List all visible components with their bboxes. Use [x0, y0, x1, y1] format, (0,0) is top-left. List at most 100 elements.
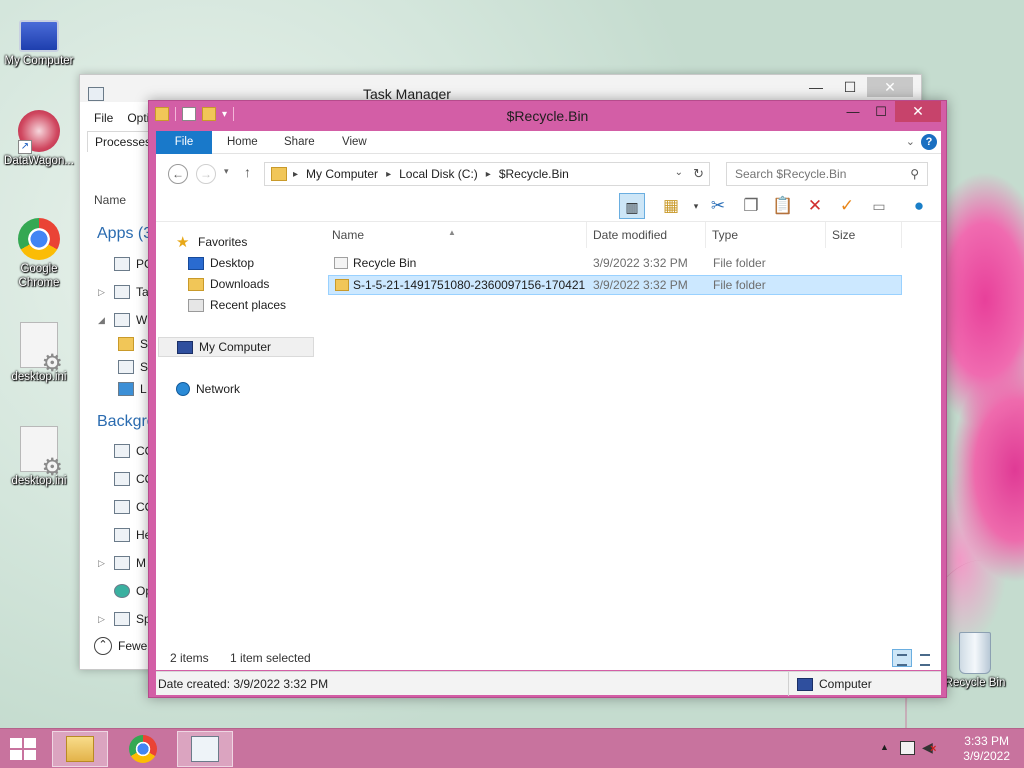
taskbar-task-manager[interactable]: [177, 731, 233, 767]
cut-icon[interactable]: ✂: [705, 193, 731, 219]
address-dropdown-icon[interactable]: ⌄: [675, 167, 683, 178]
up-button[interactable]: ↑: [244, 164, 251, 180]
file-row[interactable]: Recycle Bin 3/9/2022 3:32 PM File folder: [328, 254, 902, 274]
file-row-selected[interactable]: S-1-5-21-1491751080-2360097156-170421...…: [328, 275, 902, 295]
process-row[interactable]: ▷ Ta: [98, 282, 149, 302]
menu-options[interactable]: Opti: [127, 111, 149, 125]
process-row[interactable]: PC: [98, 254, 153, 274]
navigation-bar: ← → ▾ ↑ ▸ My Computer ▸ Local Disk (C:) …: [156, 154, 941, 190]
close-button[interactable]: ✕: [867, 77, 913, 97]
date-created: Date created: 3/9/2022 3:32 PM: [158, 677, 329, 691]
process-icon: [114, 444, 130, 458]
file-date: 3/9/2022 3:32 PM: [593, 256, 688, 270]
explorer-titlebar[interactable]: ▾ $Recycle.Bin — ☐ ✕: [149, 101, 946, 131]
show-hidden-icons-button[interactable]: ▲: [880, 742, 889, 752]
recent-locations-dropdown-icon[interactable]: ▾: [224, 166, 229, 177]
breadcrumb-my-computer[interactable]: My Computer: [306, 167, 378, 181]
process-row[interactable]: S: [118, 334, 148, 354]
nav-network[interactable]: Network: [176, 379, 240, 399]
desktop-icon-my-computer[interactable]: My Computer: [0, 10, 78, 68]
desktop-icon-label: desktop.ini: [11, 371, 67, 383]
search-input[interactable]: [735, 164, 905, 184]
file-type: File folder: [713, 256, 766, 270]
search-box[interactable]: ⚲: [726, 162, 928, 186]
forward-button[interactable]: →: [196, 164, 216, 184]
process-row[interactable]: L: [118, 379, 147, 399]
settings-file-icon: [20, 426, 63, 475]
collapse-icon[interactable]: ◢: [98, 315, 108, 326]
breadcrumb-recycle-bin-folder[interactable]: $Recycle.Bin: [499, 167, 569, 181]
tab-view[interactable]: View: [342, 131, 367, 154]
breadcrumb-separator-icon[interactable]: ▸: [486, 169, 491, 180]
process-row[interactable]: ▷ M: [98, 553, 146, 573]
process-row[interactable]: Op: [98, 581, 152, 601]
copy-icon[interactable]: ❐: [738, 193, 764, 219]
desktop-icon-label: Google Chrome: [18, 263, 60, 289]
large-icons-view-button[interactable]: [915, 649, 935, 667]
column-header-name[interactable]: Name ▲: [326, 222, 587, 248]
process-row[interactable]: ▷ Sp: [98, 609, 151, 629]
nav-downloads[interactable]: Downloads: [188, 274, 269, 294]
breadcrumb-local-disk[interactable]: Local Disk (C:): [399, 167, 478, 181]
tab-home[interactable]: Home: [227, 131, 258, 154]
nav-favorites[interactable]: ★ Favorites: [176, 232, 247, 252]
shell-icon[interactable]: ●: [906, 193, 932, 219]
desktop-icon-datawagon[interactable]: ↗ DataWagon...: [0, 110, 78, 168]
maximize-button[interactable]: ☐: [833, 77, 867, 97]
network-icon[interactable]: [900, 741, 915, 755]
desktop-icon-recycle-bin[interactable]: Recycle Bin: [936, 632, 1014, 690]
address-bar[interactable]: ▸ My Computer ▸ Local Disk (C:) ▸ $Recyc…: [264, 162, 710, 186]
paste-icon[interactable]: 📋: [770, 193, 796, 219]
column-header-date-modified[interactable]: Date modified: [587, 222, 706, 248]
fewer-details-button[interactable]: ⌃ Fewe: [94, 637, 147, 655]
column-header-name[interactable]: Name: [94, 193, 126, 207]
start-button[interactable]: [10, 738, 36, 760]
column-header-size[interactable]: Size: [826, 222, 902, 248]
taskbar-google-chrome[interactable]: [115, 731, 171, 767]
process-row[interactable]: S: [118, 357, 148, 377]
preview-pane-icon[interactable]: ▥: [619, 193, 645, 219]
close-button[interactable]: ✕: [895, 101, 941, 122]
desktop-icon-desktop-ini[interactable]: desktop.ini: [0, 322, 78, 384]
desktop-icon-desktop-ini-2[interactable]: desktop.ini: [0, 426, 78, 488]
column-header-type[interactable]: Type: [706, 222, 826, 248]
menu-file[interactable]: File: [94, 111, 113, 125]
help-icon[interactable]: ?: [921, 134, 937, 150]
delete-icon[interactable]: ✕: [802, 193, 828, 219]
nav-my-computer[interactable]: My Computer: [158, 337, 314, 357]
breadcrumb-separator-icon[interactable]: ▸: [386, 169, 391, 180]
minimize-button[interactable]: —: [839, 101, 867, 122]
process-icon: [114, 257, 130, 271]
properties-icon[interactable]: ▭: [866, 193, 892, 219]
desktop-icon-google-chrome[interactable]: Google Chrome: [0, 218, 78, 290]
expand-icon[interactable]: ▷: [98, 287, 108, 298]
back-button[interactable]: ←: [168, 164, 188, 184]
process-row[interactable]: CO: [98, 497, 154, 517]
refresh-icon[interactable]: ↻: [693, 166, 704, 182]
folder-options-icon[interactable]: ▦: [658, 193, 684, 219]
tab-file[interactable]: File: [156, 131, 212, 154]
taskbar: ▲ ◀ 3:33 PM 3/9/2022: [0, 728, 1024, 768]
nav-desktop[interactable]: Desktop: [188, 253, 254, 273]
volume-muted-icon[interactable]: ◀: [922, 739, 936, 756]
maximize-button[interactable]: ☐: [867, 101, 895, 122]
clock[interactable]: 3:33 PM 3/9/2022: [963, 734, 1010, 764]
explorer-window[interactable]: ▾ $Recycle.Bin — ☐ ✕ File Home Share Vie…: [148, 100, 947, 698]
rename-icon[interactable]: ✓: [834, 193, 860, 219]
details-view-button[interactable]: [892, 649, 912, 667]
taskbar-file-explorer[interactable]: [52, 731, 108, 767]
process-row[interactable]: CO: [98, 469, 154, 489]
file-type: File folder: [713, 278, 766, 292]
expand-icon[interactable]: ▷: [98, 558, 108, 569]
process-row[interactable]: ◢ W: [98, 310, 147, 330]
tab-share[interactable]: Share: [284, 131, 315, 154]
expand-icon[interactable]: ▷: [98, 614, 108, 625]
process-row[interactable]: CO: [98, 441, 154, 461]
search-icon[interactable]: ⚲: [910, 167, 919, 181]
task-manager-titlebar[interactable]: Task Manager — ☐ ✕: [80, 75, 921, 102]
minimize-button[interactable]: —: [799, 77, 833, 97]
nav-recent-places[interactable]: Recent places: [188, 295, 286, 315]
process-row[interactable]: He: [98, 525, 151, 545]
expand-ribbon-icon[interactable]: ⌄: [906, 135, 915, 148]
breadcrumb-separator-icon[interactable]: ▸: [293, 169, 298, 180]
